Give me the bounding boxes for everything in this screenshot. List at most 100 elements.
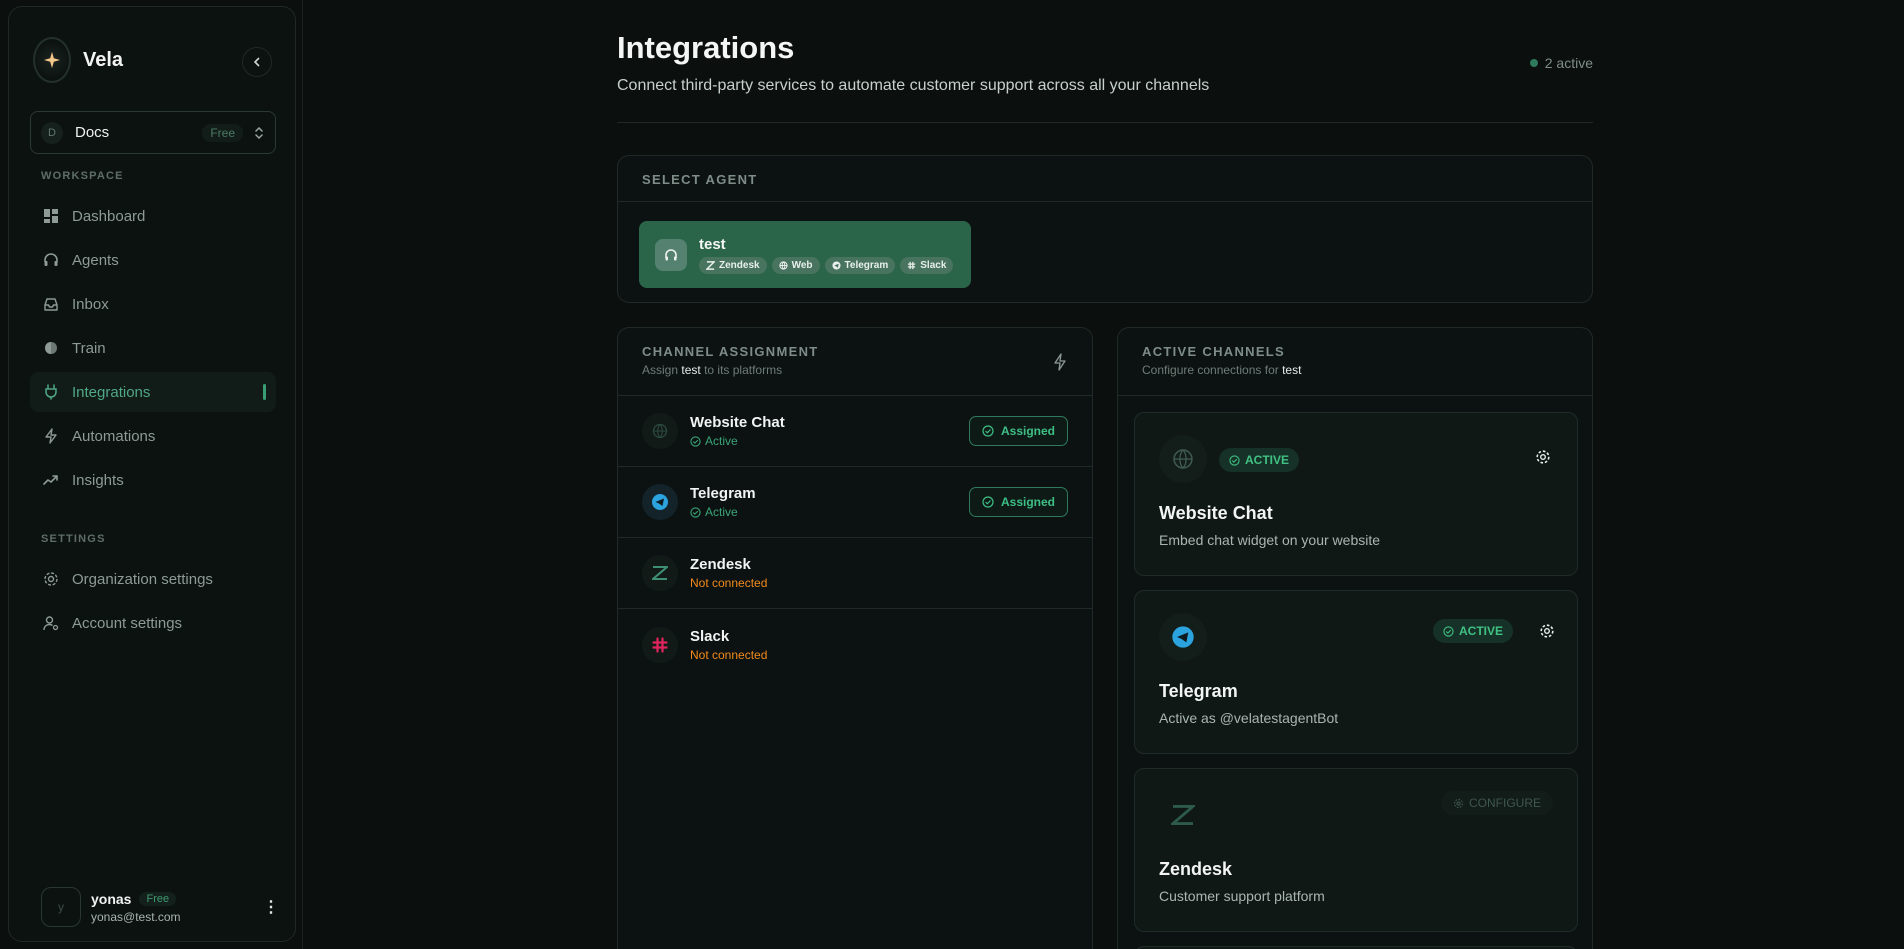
select-agent-title: SELECT AGENT xyxy=(642,172,758,187)
nav-item-account-settings[interactable]: Account settings xyxy=(30,603,276,643)
assigned-button[interactable]: Assigned xyxy=(968,416,1068,446)
user-gear-icon xyxy=(42,614,60,632)
channel-card-desc: Active as @velatestagentBot xyxy=(1159,710,1339,726)
channel-chip-telegram: Telegram xyxy=(824,256,896,274)
channel-card-website-chat[interactable]: ACTIVE Website Chat Embed chat widget on… xyxy=(1134,412,1578,576)
nav-label: Train xyxy=(72,339,106,357)
channel-name: Slack xyxy=(690,627,730,645)
user-card[interactable]: y yonas Free yonas@test.com ⋮ xyxy=(41,885,281,929)
nav-item-integrations[interactable]: Integrations xyxy=(30,372,276,412)
nav-label: Account settings xyxy=(72,614,183,632)
nav-item-train[interactable]: Train xyxy=(30,328,276,368)
nav-item-automations[interactable]: Automations xyxy=(30,416,276,456)
channel-card-zendesk[interactable]: CONFIGURE Zendesk Customer support platf… xyxy=(1134,768,1578,932)
channel-row-website-chat: Website Chat Active Assigned xyxy=(618,396,1092,467)
nav-item-organization-settings[interactable]: Organization settings xyxy=(30,559,276,599)
settings-gear-icon[interactable] xyxy=(1533,447,1553,467)
divider xyxy=(617,122,1593,123)
channel-assignment-desc: Assign test to its platforms xyxy=(642,363,783,377)
check-circle-icon xyxy=(982,425,994,437)
nav-label: Agents xyxy=(72,251,119,269)
status-dot-icon xyxy=(1529,59,1538,67)
sidebar: Vela D Docs Free WORKSPACE Dashboard Age… xyxy=(8,6,296,942)
trend-icon xyxy=(42,471,60,489)
telegram-icon xyxy=(1159,613,1207,661)
user-plan-badge: Free xyxy=(139,891,177,906)
active-channels-desc: Configure connections for test xyxy=(1142,363,1302,377)
page-title: Integrations xyxy=(617,30,795,65)
user-email: yonas@test.com xyxy=(91,909,181,924)
workspace-avatar: D xyxy=(41,121,63,144)
channel-name: Zendesk xyxy=(690,556,751,573)
channel-assignment-title: CHANNEL ASSIGNMENT xyxy=(642,344,819,359)
headset-icon xyxy=(655,238,687,271)
nav-item-inbox[interactable]: Inbox xyxy=(30,284,276,324)
active-channels-title: ACTIVE CHANNELS xyxy=(1142,344,1286,359)
slack-icon xyxy=(908,261,916,269)
channel-chip-slack: Slack xyxy=(900,256,954,274)
slack-icon xyxy=(642,626,678,663)
chevron-left-icon xyxy=(253,57,260,67)
telegram-icon xyxy=(831,260,841,270)
plug-icon xyxy=(42,383,60,401)
brand[interactable]: Vela xyxy=(33,37,123,83)
nav-label: Automations xyxy=(72,427,156,445)
channel-card-name: Website Chat xyxy=(1159,503,1273,523)
agent-card-test[interactable]: test Zendesk Web Telegram Slack xyxy=(639,221,971,288)
globe-icon xyxy=(642,413,678,449)
collapse-sidebar-button[interactable] xyxy=(242,47,272,77)
channel-chip-zendesk: Zendesk xyxy=(699,256,767,274)
workspace-section-label: WORKSPACE xyxy=(41,170,124,182)
nav-item-dashboard[interactable]: Dashboard xyxy=(30,196,276,236)
bolt-icon[interactable] xyxy=(1052,353,1068,371)
settings-gear-icon[interactable] xyxy=(1537,621,1557,641)
check-circle-icon xyxy=(1229,454,1240,466)
zendesk-icon xyxy=(706,260,715,270)
page-subtitle: Connect third-party services to automate… xyxy=(617,77,1210,94)
brain-icon xyxy=(42,339,60,357)
agent-name: test xyxy=(699,235,726,253)
check-circle-icon xyxy=(690,435,701,447)
vela-logo-icon xyxy=(33,37,71,83)
nav-item-agents[interactable]: Agents xyxy=(30,240,276,280)
check-circle-icon xyxy=(1443,625,1454,637)
channel-card-name: Zendesk xyxy=(1159,859,1233,879)
channel-status: Not connected xyxy=(690,576,768,590)
channel-name: Telegram xyxy=(690,485,756,502)
grid-icon xyxy=(42,207,60,225)
brand-name: Vela xyxy=(83,48,124,71)
active-indicator xyxy=(263,384,266,400)
active-count-label: 2 active xyxy=(1544,55,1593,71)
gear-icon xyxy=(42,570,60,588)
avatar: y xyxy=(41,887,81,927)
channel-card-telegram[interactable]: ACTIVE Telegram Active as @velatestagent… xyxy=(1134,590,1578,754)
configure-button[interactable]: CONFIGURE xyxy=(1441,791,1553,815)
gear-icon xyxy=(1453,798,1464,808)
settings-section-label: SETTINGS xyxy=(41,533,106,545)
active-count-indicator: 2 active xyxy=(1529,55,1593,71)
channel-name: Website Chat xyxy=(690,414,785,431)
channel-row-zendesk[interactable]: Zendesk Not connected xyxy=(618,538,1092,609)
chevron-updown-icon xyxy=(255,126,263,139)
check-circle-icon xyxy=(690,506,701,518)
globe-icon xyxy=(1159,435,1207,483)
workspace-plan-badge: Free xyxy=(202,123,243,142)
nav-label: Integrations xyxy=(72,383,151,401)
channel-card-name: Telegram xyxy=(1159,681,1238,701)
nav-item-insights[interactable]: Insights xyxy=(30,460,276,500)
sidebar-divider xyxy=(302,0,303,949)
status-badge: ACTIVE xyxy=(1432,619,1513,643)
assigned-button[interactable]: Assigned xyxy=(968,487,1068,517)
zendesk-icon xyxy=(642,555,678,591)
channel-row-slack[interactable]: Slack Not connected xyxy=(618,609,1092,680)
status-badge: ACTIVE xyxy=(1219,448,1300,472)
channel-row-telegram: Telegram Active Assigned xyxy=(618,467,1092,538)
channel-status: Not connected xyxy=(690,647,768,662)
channel-status: Active xyxy=(690,434,969,448)
channel-card-desc: Customer support platform xyxy=(1159,888,1325,904)
nav-label: Insights xyxy=(72,471,124,489)
kebab-menu-icon[interactable]: ⋮ xyxy=(261,897,281,917)
workspace-name: Docs xyxy=(75,124,110,141)
workspace-selector[interactable]: D Docs Free xyxy=(30,111,276,154)
user-name: yonas xyxy=(91,890,132,907)
